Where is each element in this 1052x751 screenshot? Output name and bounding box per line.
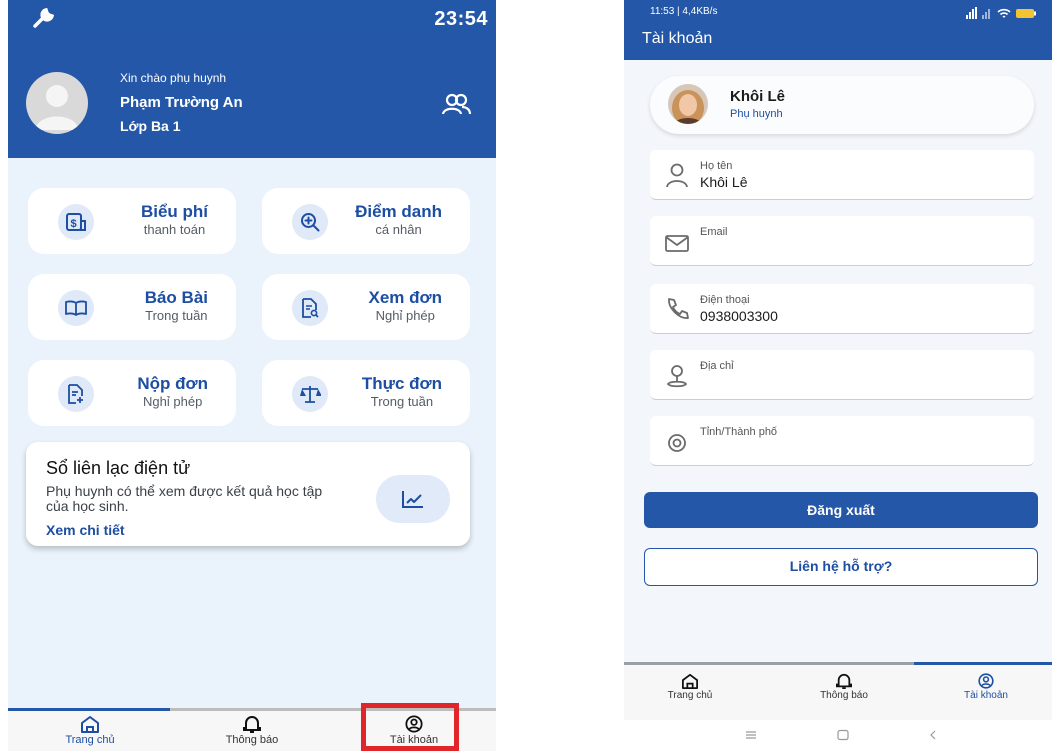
- field-value: Khôi Lê: [700, 174, 748, 190]
- system-nav-bar: [624, 720, 1052, 751]
- greeting-text: Xin chào phụ huynh: [120, 71, 227, 85]
- back-icon[interactable]: [928, 729, 938, 741]
- tab-home[interactable]: Trang chủ: [30, 715, 150, 746]
- home-icon: [682, 673, 698, 689]
- wrench-icon: [33, 7, 55, 28]
- card-homework[interactable]: Báo Bài Trong tuần: [28, 274, 236, 340]
- tab-home[interactable]: Trang chủ: [640, 673, 740, 701]
- contact-book-description: Phụ huynh có thể xem được kết quả học tậ…: [46, 483, 323, 514]
- tab-account[interactable]: Tài khoản: [936, 673, 1036, 701]
- phone-icon: [668, 298, 689, 319]
- field-label: Điện thoại: [700, 294, 750, 306]
- contact-support-button[interactable]: Liên hệ hỗ trợ?: [644, 548, 1038, 586]
- card-title: Biểu phí: [140, 202, 208, 221]
- address-field[interactable]: Địa chỉ: [650, 350, 1034, 400]
- avatar: [668, 84, 708, 124]
- account-circle-icon: [978, 673, 994, 689]
- card-subtitle: thanh toán: [143, 222, 206, 237]
- home-square-icon[interactable]: [836, 729, 850, 741]
- card-subtitle: cá nhân: [375, 222, 422, 237]
- mail-icon: [665, 235, 689, 252]
- tab-notifications[interactable]: Thông báo: [794, 673, 894, 701]
- tab-label: Thông báo: [820, 690, 868, 701]
- status-text: 11:53 | 4,4KB/s: [650, 6, 718, 17]
- field-label: Địa chỉ: [700, 360, 734, 372]
- profile-name: Khôi Lê: [730, 88, 785, 105]
- scale-icon: [292, 376, 328, 412]
- field-label: Email: [700, 226, 728, 238]
- card-subtitle: Nghỉ phép: [143, 394, 203, 409]
- field-label: Tỉnh/Thành phố: [700, 426, 778, 438]
- phone-field[interactable]: Điện thoại 0938003300: [650, 284, 1034, 334]
- field-value: 0938003300: [700, 308, 778, 324]
- home-icon: [81, 716, 99, 733]
- card-submit-leave[interactable]: Nộp đơn Nghỉ phép: [28, 360, 236, 426]
- contact-book-title: Sổ liên lạc điện tử: [46, 458, 191, 478]
- bottom-nav: Trang chủ Thông báo Tài khoản: [624, 662, 1052, 720]
- card-title: Nộp đơn: [137, 374, 208, 393]
- card-title: Thực đơn: [361, 374, 442, 393]
- logout-button[interactable]: Đăng xuất: [644, 492, 1038, 528]
- tab-label: Trang chủ: [667, 690, 713, 701]
- card-title: Điểm danh: [355, 202, 442, 221]
- document-search-icon: [292, 290, 328, 326]
- tab-notifications[interactable]: Thông báo: [192, 715, 312, 746]
- menu-icon[interactable]: [744, 729, 758, 741]
- status-bar: 11:53 | 4,4KB/s Tài khoản: [624, 0, 1052, 60]
- tab-label: Thông báo: [225, 734, 279, 746]
- chart-line-icon: [376, 475, 450, 523]
- profile-role: Phụ huynh: [730, 108, 783, 120]
- card-view-leave[interactable]: Xem đơn Nghỉ phép: [262, 274, 470, 340]
- target-location-icon: [668, 434, 686, 452]
- document-add-icon: [58, 376, 94, 412]
- active-tab-indicator: [914, 662, 1052, 665]
- active-tab-indicator: [8, 708, 170, 711]
- status-time: 23:54: [434, 8, 488, 30]
- contact-book-card[interactable]: Sổ liên lạc điện tử Phụ huynh có thể xem…: [26, 442, 470, 546]
- avatar: [26, 72, 88, 134]
- tab-label: Tài khoản: [964, 690, 1008, 701]
- fullname-field[interactable]: Họ tên Khôi Lê: [650, 150, 1034, 200]
- tab-label: Trang chủ: [65, 734, 115, 746]
- card-attendance[interactable]: Điểm danh cá nhân: [262, 188, 470, 254]
- email-field[interactable]: Email: [650, 216, 1034, 266]
- home-screen: 23:54 Xin chào phụ huynh Phạm Trường An …: [8, 0, 496, 751]
- card-subtitle: Trong tuần: [145, 308, 208, 323]
- card-subtitle: Nghỉ phép: [375, 308, 435, 323]
- class-name: Lớp Ba 1: [120, 118, 181, 134]
- svg-text:$: $: [71, 218, 77, 230]
- field-label: Họ tên: [700, 160, 733, 172]
- card-fee[interactable]: $ Biểu phí thanh toán: [28, 188, 236, 254]
- highlight-box: [361, 703, 459, 751]
- profile-card: Khôi Lê Phụ huynh: [650, 76, 1034, 134]
- book-icon: [58, 290, 94, 326]
- card-title: Báo Bài: [144, 288, 208, 307]
- bell-icon: [243, 716, 261, 733]
- page-title: Tài khoản: [642, 30, 713, 47]
- city-field[interactable]: Tỉnh/Thành phố: [650, 416, 1034, 466]
- switch-student-icon[interactable]: [440, 92, 472, 118]
- view-detail-link[interactable]: Xem chi tiết: [46, 522, 125, 538]
- card-menu[interactable]: Thực đơn Trong tuần: [262, 360, 470, 426]
- account-screen: 11:53 | 4,4KB/s Tài khoản Khôi Lê Phụ hu…: [624, 0, 1052, 751]
- fee-icon: $: [58, 204, 94, 240]
- zoom-plus-icon: [292, 204, 328, 240]
- location-pin-icon: [666, 365, 688, 388]
- bell-icon: [836, 673, 852, 689]
- student-name: Phạm Trường An: [120, 94, 243, 111]
- signal-wifi-battery-icon: [966, 7, 1036, 19]
- status-bar: 23:54: [8, 0, 496, 38]
- person-icon: [666, 163, 688, 188]
- card-subtitle: Trong tuần: [370, 394, 434, 409]
- profile-header: Xin chào phụ huynh Phạm Trường An Lớp Ba…: [8, 38, 496, 158]
- card-title: Xem đơn: [368, 288, 443, 307]
